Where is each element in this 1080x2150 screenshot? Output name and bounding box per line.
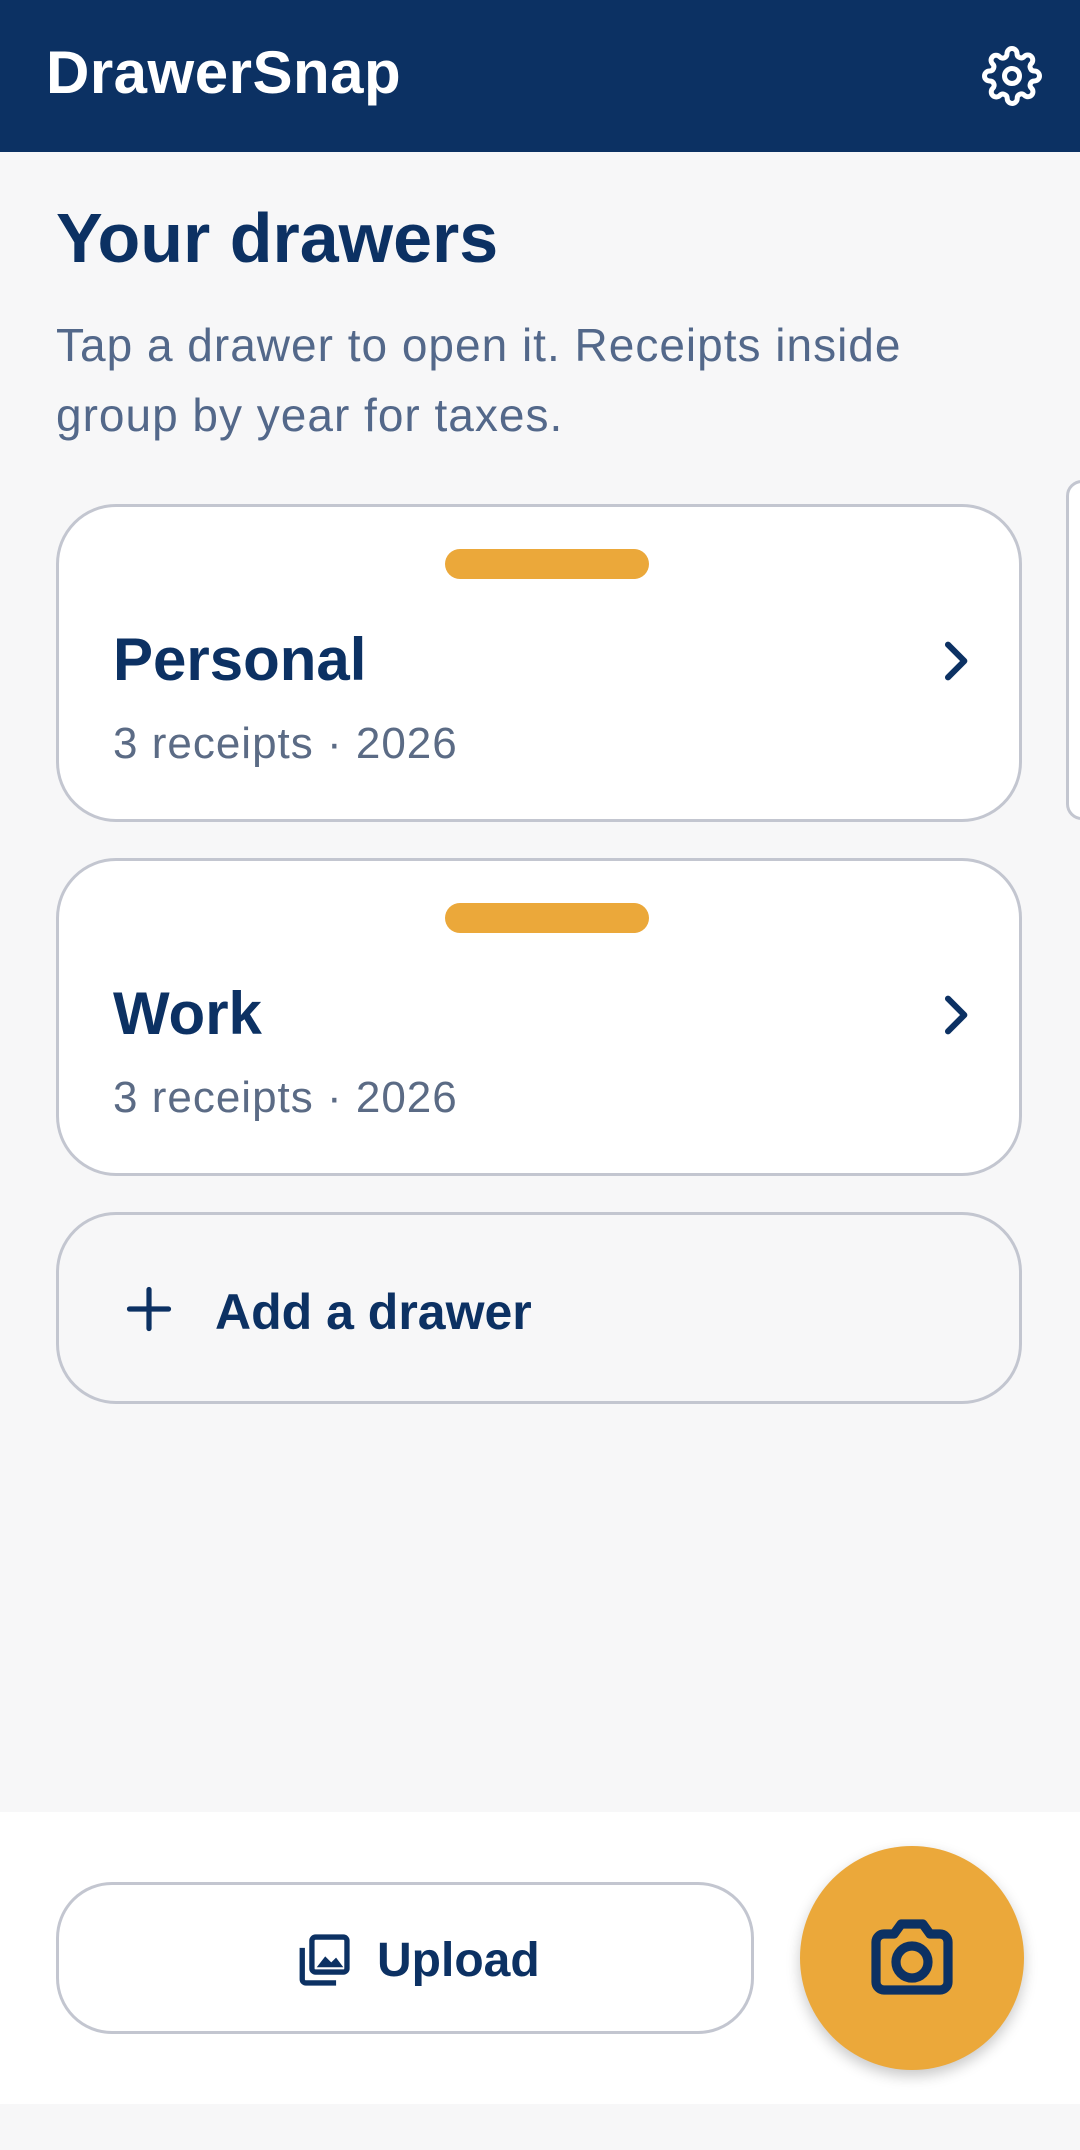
plus-icon	[126, 1286, 172, 1332]
gear-icon	[982, 46, 1042, 106]
bottom-action-bar: Upload	[0, 1812, 1080, 2104]
drawer-card-peek[interactable]	[1066, 480, 1080, 820]
camera-icon	[871, 1919, 953, 1995]
add-drawer-button[interactable]: Add a drawer	[56, 1212, 1022, 1404]
page-subtitle: Tap a drawer to open it. Receipts inside…	[56, 319, 902, 441]
drawer-name: Personal	[113, 626, 367, 693]
settings-button[interactable]	[976, 40, 1048, 112]
image-gallery-icon	[299, 1934, 350, 1986]
drawer-name: Work	[113, 980, 262, 1047]
add-drawer-label: Add a drawer	[215, 1284, 532, 1340]
chevron-right-icon	[944, 995, 968, 1035]
drawer-handle	[445, 903, 649, 933]
drawer-card-personal[interactable]: Personal 3 receipts · 2026	[56, 504, 1022, 822]
upload-label: Upload	[377, 1934, 540, 1987]
app-title: DrawerSnap	[46, 39, 402, 106]
page-title: Your drawers	[56, 199, 499, 277]
drawer-meta: 3 receipts · 2026	[113, 1073, 458, 1122]
camera-button[interactable]	[800, 1846, 1024, 2070]
upload-button[interactable]: Upload	[56, 1882, 754, 2034]
drawer-handle	[445, 549, 649, 579]
drawer-card-work[interactable]: Work 3 receipts · 2026	[56, 858, 1022, 1176]
chevron-right-icon	[944, 641, 968, 681]
drawer-meta: 3 receipts · 2026	[113, 719, 458, 768]
app-bar: DrawerSnap	[0, 0, 1080, 152]
